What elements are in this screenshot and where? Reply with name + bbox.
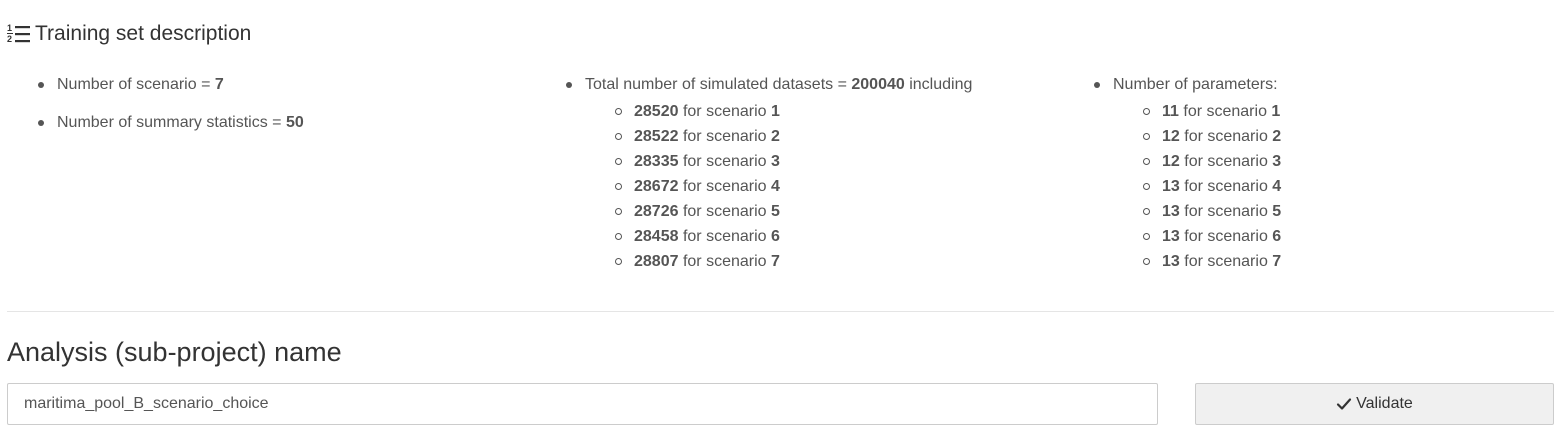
page: 1 2 Training set description Number of s… xyxy=(0,0,1564,434)
dataset-count: 28335 xyxy=(634,153,679,170)
analysis-name-input[interactable] xyxy=(7,383,1158,425)
dataset-count: 28522 xyxy=(634,128,679,145)
training-set-title: Training set description xyxy=(35,22,252,45)
parameter-scenario-item: 13 for scenario 7 xyxy=(1113,249,1542,274)
dataset-scenario-item: 28672 for scenario 4 xyxy=(585,174,1054,199)
parameter-scenario-item: 11 for scenario 1 xyxy=(1113,99,1542,124)
dataset-scenario-number: 4 xyxy=(770,178,780,195)
parameters-per-scenario-list: 11 for scenario 1 12 for scenario 2 12 f… xyxy=(1113,99,1542,274)
parameter-scenario-item: 13 for scenario 6 xyxy=(1113,224,1542,249)
datasets-total-value: 200040 xyxy=(851,76,905,93)
parameter-count: 13 xyxy=(1162,178,1180,195)
dataset-scenario-item: 28726 for scenario 5 xyxy=(585,199,1054,224)
parameter-count: 13 xyxy=(1162,228,1180,245)
parameter-scenario-number: 1 xyxy=(1271,103,1281,120)
summary-column: Number of scenario = 7 Number of summary… xyxy=(6,74,526,150)
parameter-text: for scenario xyxy=(1179,203,1273,220)
section-divider xyxy=(7,311,1554,312)
datasets-suffix: including xyxy=(904,76,973,93)
summary-stats-label: Number of summary statistics = xyxy=(57,114,286,131)
parameter-text: for scenario xyxy=(1179,253,1273,270)
validate-button[interactable]: Validate xyxy=(1195,383,1554,425)
parameter-text: for scenario xyxy=(1179,228,1273,245)
dataset-count: 28672 xyxy=(634,178,679,195)
datasets-column: Total number of simulated datasets = 200… xyxy=(534,74,1054,290)
summary-stats-value: 50 xyxy=(285,114,304,131)
parameter-scenario-item: 12 for scenario 3 xyxy=(1113,149,1542,174)
summary-stats-item: Number of summary statistics = 50 xyxy=(6,112,526,134)
scenario-count-label: Number of scenario = xyxy=(57,76,215,93)
dataset-scenario-number: 7 xyxy=(770,253,780,270)
dataset-count: 28726 xyxy=(634,203,679,220)
parameter-text: for scenario xyxy=(1179,178,1273,195)
parameter-scenario-number: 2 xyxy=(1272,128,1282,145)
analysis-name-heading: Analysis (sub-project) name xyxy=(7,337,342,367)
dataset-count: 28520 xyxy=(634,103,679,120)
datasets-per-scenario-list: 28520 for scenario 1 28522 for scenario … xyxy=(585,99,1054,274)
dataset-scenario-item: 28520 for scenario 1 xyxy=(585,99,1054,124)
svg-text:1: 1 xyxy=(7,23,12,33)
datasets-total-item: Total number of simulated datasets = 200… xyxy=(534,74,1054,274)
validate-label: Validate xyxy=(1356,395,1413,412)
parameter-scenario-number: 4 xyxy=(1272,178,1282,195)
dataset-text: for scenario xyxy=(678,103,771,120)
dataset-count: 28807 xyxy=(634,253,679,270)
dataset-count: 28458 xyxy=(634,228,679,245)
parameter-scenario-number: 7 xyxy=(1272,253,1282,270)
parameter-count: 13 xyxy=(1162,253,1180,270)
parameter-scenario-item: 13 for scenario 5 xyxy=(1113,199,1542,224)
dataset-scenario-number: 3 xyxy=(770,153,780,170)
parameters-item: Number of parameters: 11 for scenario 1 … xyxy=(1062,74,1542,274)
scenario-count-value: 7 xyxy=(214,76,224,93)
dataset-text: for scenario xyxy=(678,228,771,245)
parameter-count: 13 xyxy=(1162,203,1180,220)
dataset-scenario-number: 5 xyxy=(770,203,780,220)
dataset-scenario-item: 28522 for scenario 2 xyxy=(585,124,1054,149)
parameter-text: for scenario xyxy=(1179,128,1273,145)
parameter-count: 12 xyxy=(1162,128,1180,145)
dataset-scenario-item: 28458 for scenario 6 xyxy=(585,224,1054,249)
parameter-count: 12 xyxy=(1162,153,1180,170)
dataset-scenario-item: 28807 for scenario 7 xyxy=(585,249,1054,274)
parameter-scenario-number: 3 xyxy=(1272,153,1282,170)
parameter-text: for scenario xyxy=(1178,103,1272,120)
datasets-label: Total number of simulated datasets = xyxy=(585,76,852,93)
dataset-scenario-item: 28335 for scenario 3 xyxy=(585,149,1054,174)
scenario-count-item: Number of scenario = 7 xyxy=(6,74,526,96)
dataset-scenario-number: 1 xyxy=(770,103,780,120)
parameter-scenario-number: 6 xyxy=(1272,228,1282,245)
check-icon xyxy=(1337,398,1352,410)
training-set-heading: 1 2 Training set description xyxy=(7,22,251,46)
parameters-label: Number of parameters: xyxy=(1113,76,1278,93)
dataset-text: for scenario xyxy=(678,178,771,195)
dataset-text: for scenario xyxy=(678,253,771,270)
parameter-text: for scenario xyxy=(1179,153,1273,170)
parameters-column: Number of parameters: 11 for scenario 1 … xyxy=(1062,74,1542,290)
dataset-text: for scenario xyxy=(678,128,771,145)
dataset-text: for scenario xyxy=(678,153,771,170)
parameter-count: 11 xyxy=(1162,103,1179,120)
parameter-scenario-number: 5 xyxy=(1272,203,1282,220)
svg-text:2: 2 xyxy=(7,34,12,44)
dataset-scenario-number: 6 xyxy=(770,228,780,245)
parameter-scenario-item: 13 for scenario 4 xyxy=(1113,174,1542,199)
dataset-text: for scenario xyxy=(678,203,771,220)
parameter-scenario-item: 12 for scenario 2 xyxy=(1113,124,1542,149)
dataset-scenario-number: 2 xyxy=(770,128,780,145)
ordered-list-icon: 1 2 xyxy=(7,23,30,44)
